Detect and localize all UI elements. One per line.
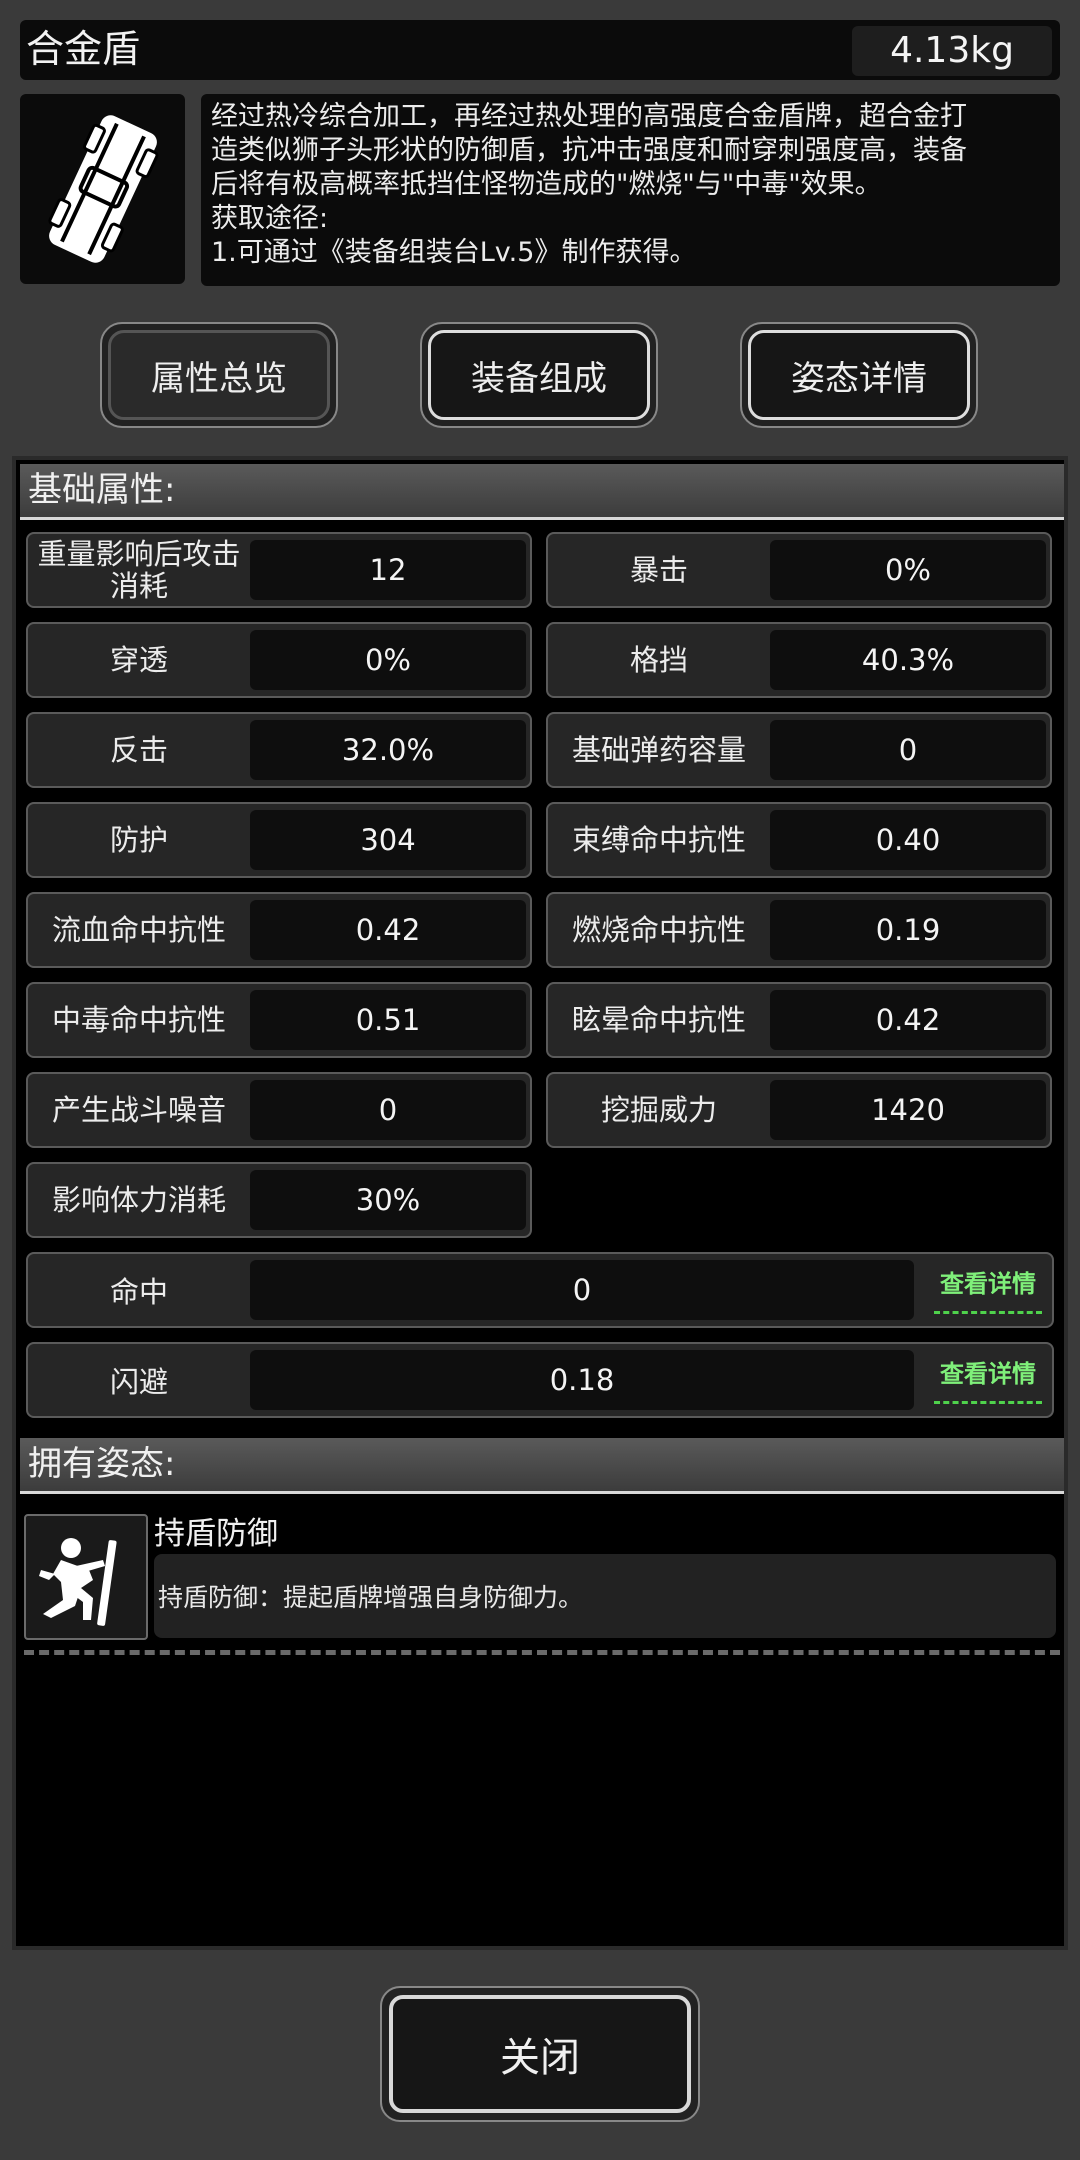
stat-block: 格挡 40.3%: [546, 622, 1052, 698]
stat-label: 挖掘威力: [600, 1093, 717, 1127]
stat-ammo-capacity: 基础弹药容量 0: [546, 712, 1052, 788]
stat-value: 0%: [770, 540, 1046, 600]
stat-label: 产生战斗噪音: [51, 1093, 226, 1127]
item-header: 合金盾 4.13kg: [20, 20, 1060, 80]
close-button-label: 关闭: [389, 1995, 691, 2113]
stat-stamina-cost: 影响体力消耗 30%: [26, 1162, 532, 1238]
divider: [24, 1650, 1060, 1655]
item-weight: 4.13kg: [852, 26, 1052, 76]
description-line: 造类似狮子头形状的防御盾，抗冲击强度和耐穿刺强度高，装备: [211, 135, 967, 166]
description-line: 后将有极高概率抵挡住怪物造成的"燃烧"与"中毒"效果。: [211, 169, 882, 200]
stance-name: 持盾防御: [154, 1516, 278, 1552]
tab-attribute-overview[interactable]: 属性总览: [100, 322, 338, 428]
stat-attack-cost: 重量影响后攻击消耗 12: [26, 532, 532, 608]
stat-value: 0.42: [250, 900, 526, 960]
stat-value: 0: [250, 1260, 914, 1320]
stat-crit: 暴击 0%: [546, 532, 1052, 608]
shield-icon: [47, 115, 158, 263]
stat-value: 32.0%: [250, 720, 526, 780]
stat-penetration: 穿透 0%: [26, 622, 532, 698]
stat-label: 中毒命中抗性: [51, 1003, 226, 1037]
description-line: 1.可通过《装备组装台Lv.5》制作获得。: [211, 237, 697, 268]
stat-value: 1420: [770, 1080, 1046, 1140]
stat-poison-resist: 中毒命中抗性 0.51: [26, 982, 532, 1058]
stat-protection: 防护 304: [26, 802, 532, 878]
stat-label: 防护: [109, 823, 168, 857]
stat-counter: 反击 32.0%: [26, 712, 532, 788]
close-button[interactable]: 关闭: [380, 1986, 700, 2122]
stat-label: 眩晕命中抗性: [571, 1003, 746, 1037]
stat-label: 反击: [109, 733, 168, 767]
stat-combat-noise: 产生战斗噪音 0: [26, 1072, 532, 1148]
stat-label: 基础弹药容量: [571, 733, 746, 767]
stat-dig-power: 挖掘威力 1420: [546, 1072, 1052, 1148]
item-description: 经过热冷综合加工，再经过热处理的高强度合金盾牌，超合金打 造类似狮子头形状的防御…: [201, 94, 1060, 286]
stat-evasion: 闪避 0.18 查看详情: [26, 1342, 1054, 1418]
stat-value: 0.40: [770, 810, 1046, 870]
shield-stance-icon: [24, 1514, 148, 1640]
stat-value: 30%: [250, 1170, 526, 1230]
stat-value: 0.51: [250, 990, 526, 1050]
tab-label: 姿态详情: [748, 330, 970, 420]
stat-label: 暴击: [629, 553, 688, 587]
tab-stance-details[interactable]: 姿态详情: [740, 322, 978, 428]
equipment-detail-window: 合金盾 4.13kg 经过热冷综合加工，再经过热处理的高强度合金盾牌，超合金打 …: [0, 0, 1080, 2160]
stat-bleed-resist: 流血命中抗性 0.42: [26, 892, 532, 968]
stance-item[interactable]: 持盾防御 持盾防御：提起盾牌增强自身防御力。: [24, 1514, 1060, 1644]
stat-value: 0.42: [770, 990, 1046, 1050]
stat-label: 燃烧命中抗性: [571, 913, 746, 947]
stat-label: 命中: [109, 1275, 168, 1309]
stat-label: 重量影响后攻击消耗: [37, 537, 241, 603]
stat-label: 闪避: [109, 1365, 168, 1399]
stance-section-header: 拥有姿态:: [20, 1438, 1064, 1494]
stat-value: 0.18: [250, 1350, 914, 1410]
description-line: 经过热冷综合加工，再经过热处理的高强度合金盾牌，超合金打: [211, 101, 967, 132]
tab-equipment-composition[interactable]: 装备组成: [420, 322, 658, 428]
stat-accuracy: 命中 0 查看详情: [26, 1252, 1054, 1328]
stat-burn-resist: 燃烧命中抗性 0.19: [546, 892, 1052, 968]
tab-label: 属性总览: [108, 330, 330, 420]
stat-value: 0: [770, 720, 1046, 780]
stat-label: 束缚命中抗性: [571, 823, 746, 857]
stat-value: 0%: [250, 630, 526, 690]
stance-description: 持盾防御：提起盾牌增强自身防御力。: [154, 1554, 1056, 1638]
item-name: 合金盾: [26, 27, 141, 71]
attributes-panel[interactable]: 基础属性: 重量影响后攻击消耗 12 暴击 0% 穿透 0% 格挡 40.3% …: [12, 456, 1068, 1950]
stat-label: 流血命中抗性: [51, 913, 226, 947]
item-icon-box: [20, 94, 185, 284]
stat-label: 影响体力消耗: [51, 1183, 226, 1217]
basic-attributes-header: 基础属性:: [20, 464, 1064, 520]
description-line: 获取途径:: [211, 203, 329, 234]
stat-stun-resist: 眩晕命中抗性 0.42: [546, 982, 1052, 1058]
stat-value: 304: [250, 810, 526, 870]
item-info: 经过热冷综合加工，再经过热处理的高强度合金盾牌，超合金打 造类似狮子头形状的防御…: [20, 94, 1060, 286]
stat-label: 格挡: [629, 643, 688, 677]
stat-value: 0: [250, 1080, 526, 1140]
stat-value: 40.3%: [770, 630, 1046, 690]
tab-label: 装备组成: [428, 330, 650, 420]
view-details-link[interactable]: 查看详情: [934, 1356, 1042, 1404]
view-details-link[interactable]: 查看详情: [934, 1266, 1042, 1314]
stat-value: 12: [250, 540, 526, 600]
stat-bind-resist: 束缚命中抗性 0.40: [546, 802, 1052, 878]
stat-label: 穿透: [109, 643, 168, 677]
stat-value: 0.19: [770, 900, 1046, 960]
